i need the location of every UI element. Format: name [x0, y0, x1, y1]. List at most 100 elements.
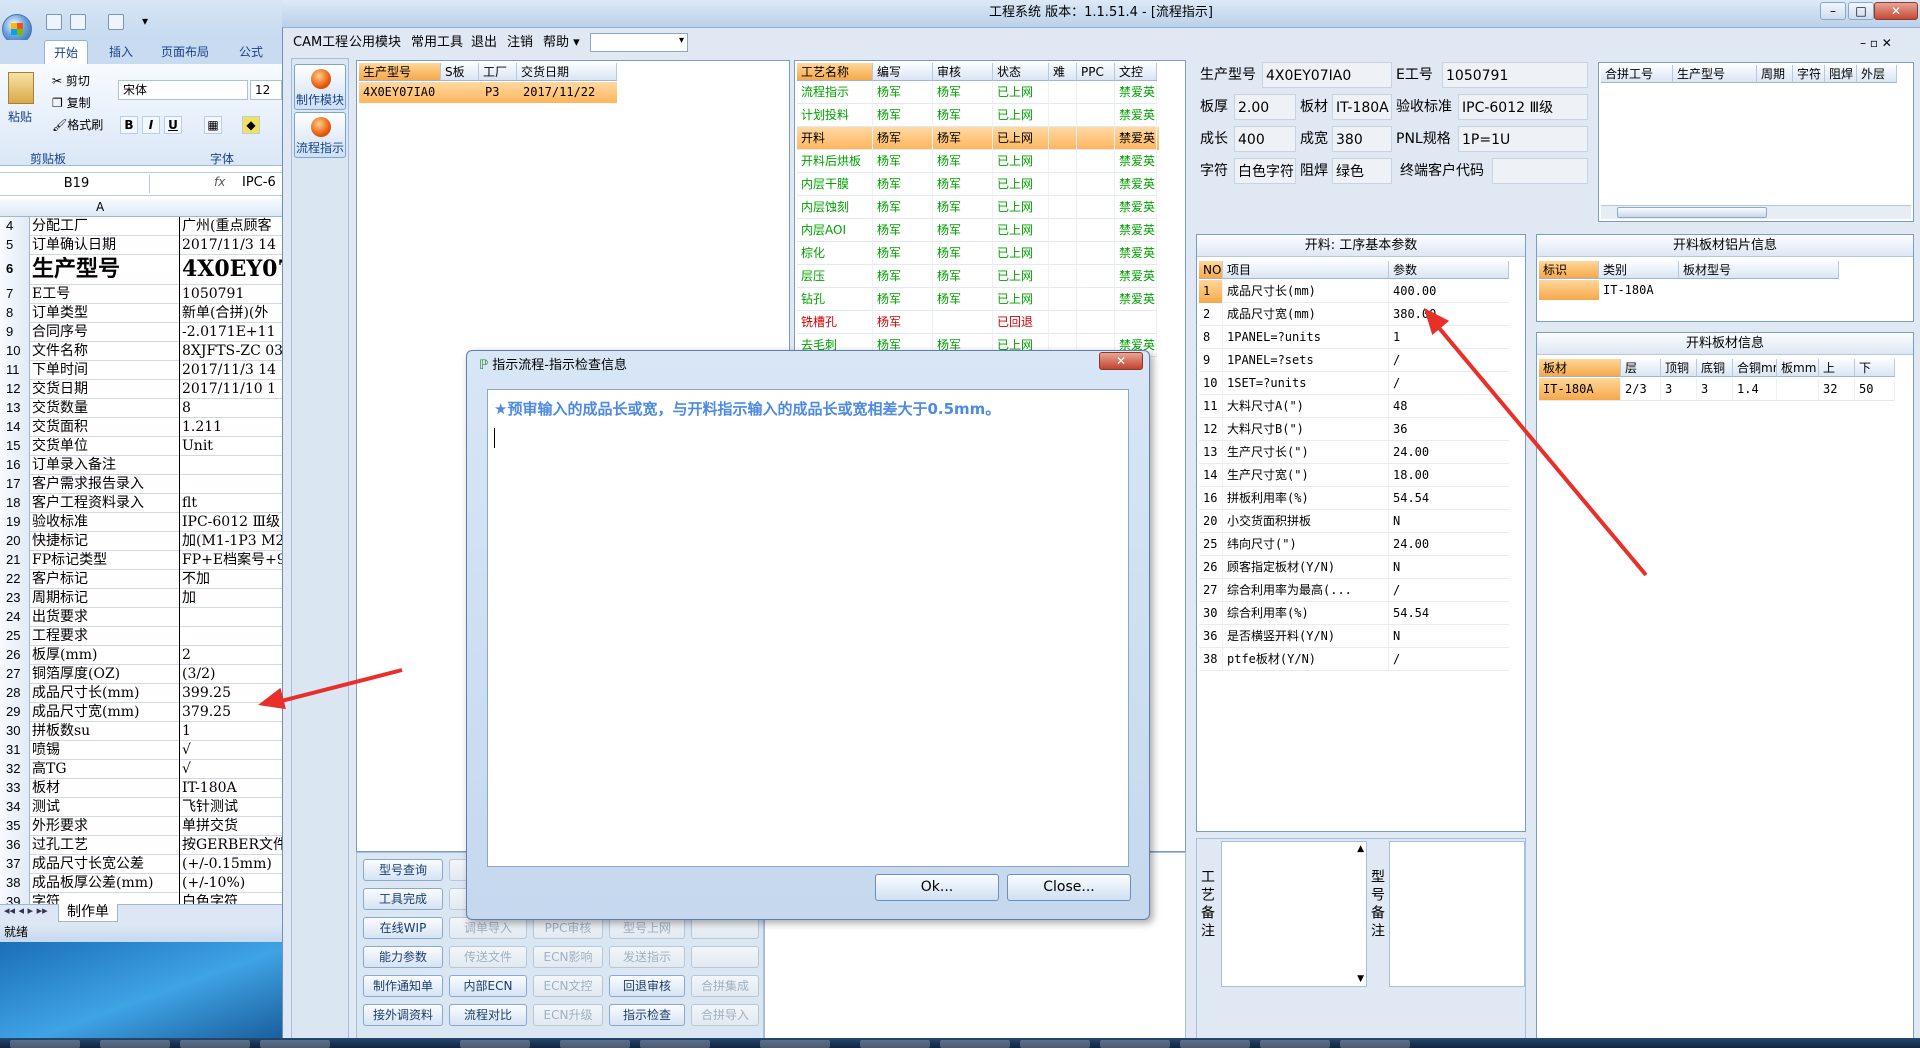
cell-b[interactable]: (+/-0.15mm)	[180, 855, 282, 874]
action-button[interactable]: 在线WIP	[363, 917, 443, 939]
name-box[interactable]: B19	[4, 175, 150, 193]
action-button[interactable]: 制作通知单	[363, 975, 443, 997]
action-button[interactable]: 指示检查	[609, 1004, 685, 1026]
action-button[interactable]: 发送指示	[609, 946, 685, 968]
action-button[interactable]	[691, 917, 759, 939]
taskbar-item[interactable]	[940, 1040, 1010, 1048]
excel-row[interactable]: 12 交货日期 2017/11/10 1	[0, 380, 282, 399]
excel-row[interactable]: 23 周期标记加	[0, 589, 282, 608]
cell-b[interactable]: 1050791	[180, 285, 282, 304]
process-row[interactable]: 计划投料 杨军 杨军 已上网 禁爱英	[797, 104, 1159, 127]
order-col-model[interactable]: 生产型号	[359, 63, 441, 81]
board-col-3[interactable]: 底铜	[1697, 359, 1733, 377]
menu-common-module[interactable]: 公用模块	[346, 32, 404, 54]
excel-row[interactable]: 14 交货面积 1.211	[0, 418, 282, 437]
cell-a[interactable]: 生产型号	[30, 255, 180, 285]
merge-col-3[interactable]: 字符	[1793, 65, 1825, 83]
param-row[interactable]: 1 成品尺寸长(mm) 400.00	[1199, 280, 1509, 303]
model-note-input[interactable]	[1389, 841, 1525, 987]
cell-b[interactable]: 不加	[180, 570, 282, 589]
row-number[interactable]: 22	[0, 570, 30, 589]
param-row[interactable]: 30 综合利用率(%) 54.54	[1199, 602, 1509, 625]
row-number[interactable]: 18	[0, 494, 30, 513]
board-col-1[interactable]: 层	[1621, 359, 1661, 377]
cell-a[interactable]: 高TG	[30, 760, 180, 779]
excel-row[interactable]: 24 出货要求	[0, 608, 282, 627]
process-row[interactable]: 流程指示 杨军 杨军 已上网 禁爱英	[797, 81, 1159, 104]
cell-b[interactable]: -2.0171E+11	[180, 323, 282, 342]
excel-row[interactable]: 9 合同序号 -2.0171E+11	[0, 323, 282, 342]
cell-a[interactable]: 合同序号	[30, 323, 180, 342]
merge-col-0[interactable]: 合拼工号	[1601, 65, 1673, 83]
cell-b[interactable]: 1.211	[180, 418, 282, 437]
action-button[interactable]: 合拼集成	[691, 975, 759, 997]
cell-a[interactable]: 订单确认日期	[30, 236, 180, 255]
param-row[interactable]: 12 大料尺寸B(") 36	[1199, 418, 1509, 441]
cell-b[interactable]: 单拼交货	[180, 817, 282, 836]
process-row[interactable]: 内层干膜 杨军 杨军 已上网 禁爱英	[797, 173, 1159, 196]
cell-b[interactable]: 飞针测试	[180, 798, 282, 817]
cut-button[interactable]: ✂ 剪切	[52, 72, 90, 89]
cell-b[interactable]: Unit	[180, 437, 282, 456]
row-number[interactable]: 36	[0, 836, 30, 855]
cell-a[interactable]: 交货单位	[30, 437, 180, 456]
menu-exit[interactable]: 退出	[468, 32, 500, 54]
param-row[interactable]: 27 综合利用率为最高(... /	[1199, 579, 1509, 602]
board-col-7[interactable]: 下	[1855, 359, 1895, 377]
sheet-nav-arrows[interactable]: ◂◂ ◂ ▸ ▸▸	[4, 904, 48, 917]
param-row[interactable]: 2 成品尺寸宽(mm) 380.00	[1199, 303, 1509, 326]
bold-button[interactable]: B	[120, 116, 138, 134]
cell-a[interactable]: 铜箔厚度(OZ)	[30, 665, 180, 684]
cell-b[interactable]: 8	[180, 399, 282, 418]
paste-icon[interactable]	[8, 72, 34, 104]
params-col-item[interactable]: 项目	[1223, 261, 1389, 279]
cell-a[interactable]: 交货日期	[30, 380, 180, 399]
cu-foil-col-type[interactable]: 类别	[1599, 261, 1679, 279]
excel-row[interactable]: 20 快捷标记 加(M1-1P3 M2	[0, 532, 282, 551]
board-col-5[interactable]: 板mm	[1777, 359, 1819, 377]
italic-button[interactable]: I	[142, 116, 160, 134]
action-button[interactable]: PPC审核	[533, 917, 603, 939]
undo-icon[interactable]	[70, 14, 86, 30]
excel-row[interactable]: 32 高TG √	[0, 760, 282, 779]
close-button[interactable]: Close...	[1007, 874, 1131, 901]
excel-row[interactable]: 34 测试 飞针测试	[0, 798, 282, 817]
row-number[interactable]: 37	[0, 855, 30, 874]
merge-col-5[interactable]: 外层	[1857, 65, 1897, 83]
cell-b[interactable]: 加	[180, 589, 282, 608]
process-row[interactable]: 内层AOI 杨军 杨军 已上网 禁爱英	[797, 219, 1159, 242]
cell-a[interactable]: 工程要求	[30, 627, 180, 646]
row-number[interactable]: 26	[0, 646, 30, 665]
cell-a[interactable]: 文件名称	[30, 342, 180, 361]
excel-row[interactable]: 4 分配工厂 广州(重点顾客	[0, 217, 282, 236]
taskbar-item[interactable]	[1020, 1040, 1090, 1048]
minimize-button[interactable]: –	[1820, 2, 1846, 20]
process-row[interactable]: 开料后烘板 杨军 杨军 已上网 禁爱英	[797, 150, 1159, 173]
order-row[interactable]: 4X0EY07IA0 P3 2017/11/22	[359, 82, 617, 103]
excel-row[interactable]: 16 订单录入备注	[0, 456, 282, 475]
dialog-message-box[interactable]: ★预审输入的成品长或宽，与开料指示输入的成品长或宽相差大于0.5mm。	[487, 389, 1129, 867]
action-button[interactable]: 型号查询	[363, 859, 443, 881]
action-button[interactable]: 传送文件	[449, 946, 527, 968]
scroll-thumb[interactable]	[1617, 207, 1767, 218]
order-col-factory[interactable]: 工厂	[479, 63, 517, 81]
cell-a[interactable]: 分配工厂	[30, 217, 180, 236]
tab-insert[interactable]: 插入	[100, 40, 142, 64]
order-col-date[interactable]: 交货日期	[517, 63, 617, 81]
borders-button[interactable]: ▦	[204, 116, 222, 134]
cu-foil-col-id[interactable]: 标识	[1539, 261, 1599, 279]
process-col-0[interactable]: 工艺名称	[797, 63, 873, 81]
cell-b[interactable]: 2017/11/10 1	[180, 380, 282, 399]
cell-a[interactable]: 过孔工艺	[30, 836, 180, 855]
row-number[interactable]: 33	[0, 779, 30, 798]
tab-home[interactable]: 开始	[44, 40, 89, 64]
row-number[interactable]: 7	[0, 285, 30, 304]
cell-a[interactable]: 外形要求	[30, 817, 180, 836]
cell-a[interactable]: 快捷标记	[30, 532, 180, 551]
fill-color-button[interactable]: ◆	[242, 116, 260, 134]
action-button[interactable]: 内部ECN	[449, 975, 527, 997]
cell-a[interactable]: 客户标记	[30, 570, 180, 589]
action-button[interactable]: 流程对比	[449, 1004, 527, 1026]
excel-row[interactable]: 35 外形要求 单拼交货	[0, 817, 282, 836]
cell-b[interactable]	[180, 456, 282, 475]
